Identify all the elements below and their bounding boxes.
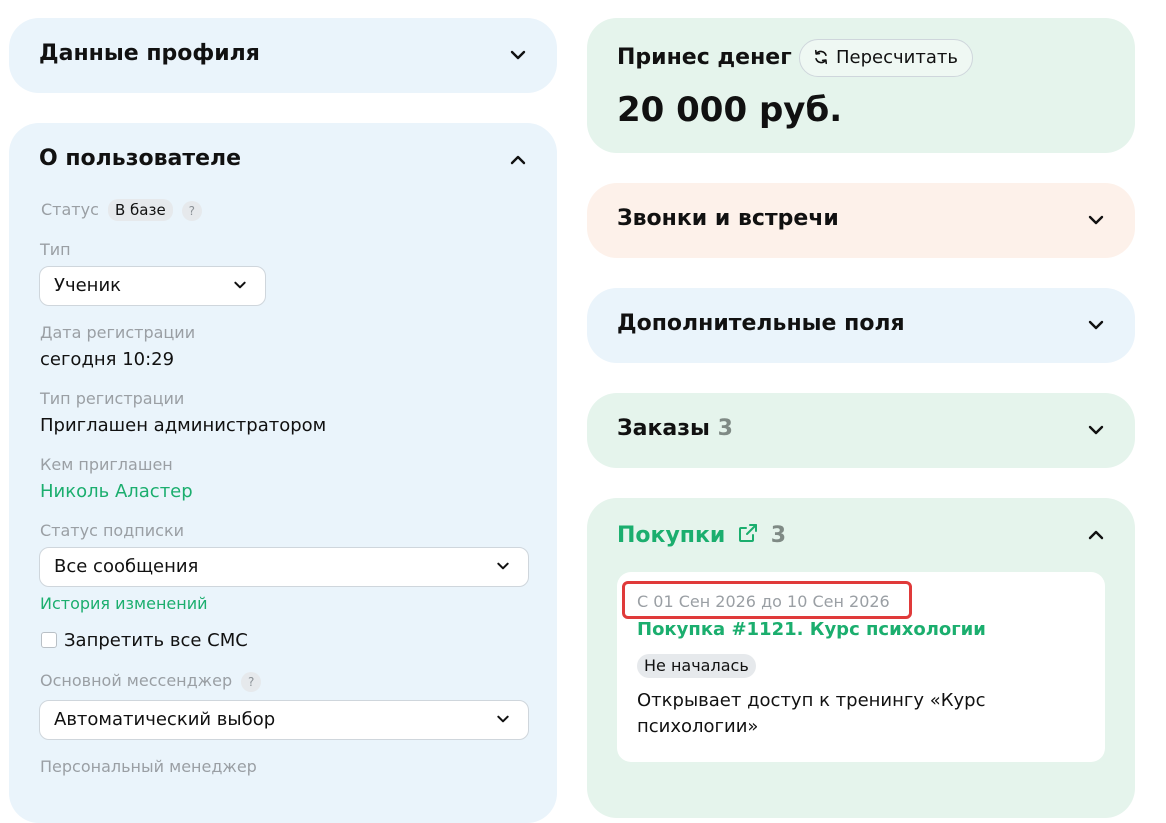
purchase-status-badge: Не началась bbox=[637, 654, 756, 678]
messenger-select[interactable]: Автоматический выбор bbox=[39, 700, 529, 740]
money-section: Принес денег Пересчитать 20 000 руб. bbox=[587, 18, 1135, 153]
section-title: Заказы bbox=[617, 416, 710, 441]
purchases-count: 3 bbox=[770, 523, 787, 548]
chevron-up-icon[interactable] bbox=[509, 154, 527, 166]
section-title: Дополнительные поля bbox=[617, 311, 905, 336]
forbid-sms-label[interactable]: Запретить все СМС bbox=[64, 630, 248, 651]
recalc-label: Пересчитать bbox=[836, 47, 958, 68]
purchase-title-link[interactable]: Покупка #1121. Курс психологии bbox=[637, 619, 986, 640]
purchase-period: С 01 Сен 2026 до 10 Сен 2026 bbox=[637, 592, 890, 611]
messenger-label: Основной мессенджер bbox=[40, 671, 233, 690]
reg-type-value: Приглашен администратором bbox=[40, 415, 327, 436]
money-amount: 20 000 руб. bbox=[617, 90, 843, 130]
manager-label: Персональный менеджер bbox=[40, 757, 257, 776]
messenger-row: Основной мессенджер ? bbox=[40, 671, 262, 692]
chevron-down-icon bbox=[233, 280, 251, 292]
orders-count: 3 bbox=[717, 416, 733, 441]
forbid-sms-checkbox[interactable] bbox=[41, 632, 57, 648]
external-link-icon[interactable] bbox=[737, 522, 759, 544]
chevron-down-icon[interactable] bbox=[1087, 424, 1105, 436]
status-row: Статус В базе ? bbox=[41, 199, 202, 221]
help-icon[interactable]: ? bbox=[181, 200, 202, 221]
section-title: О пользователе bbox=[39, 146, 242, 171]
section-title: Принес денег bbox=[617, 45, 792, 70]
invited-by-link[interactable]: Николь Аластер bbox=[40, 481, 193, 502]
purchases-section: Покупки 3 С 01 Сен 2026 до 10 Сен 2026 П… bbox=[587, 498, 1135, 818]
purchases-title-link[interactable]: Покупки bbox=[617, 523, 725, 548]
about-user-section: О пользователе Статус В базе ? Тип Учени… bbox=[9, 123, 557, 823]
calls-section[interactable]: Звонки и встречи bbox=[587, 183, 1135, 258]
messenger-select-value: Автоматический выбор bbox=[54, 709, 276, 730]
profile-data-section[interactable]: Данные профиля bbox=[9, 18, 557, 93]
chevron-down-icon[interactable] bbox=[1087, 319, 1105, 331]
subscription-select[interactable]: Все сообщения bbox=[39, 547, 529, 587]
orders-title-row: Заказы 3 bbox=[617, 416, 733, 441]
recalc-button[interactable]: Пересчитать bbox=[799, 39, 973, 77]
chevron-down-icon bbox=[496, 714, 514, 726]
purchase-description: Открывает доступ к тренингу «Курс психол… bbox=[637, 690, 986, 737]
help-icon[interactable]: ? bbox=[241, 671, 262, 692]
chevron-down-icon[interactable] bbox=[1087, 214, 1105, 226]
section-title: Звонки и встречи bbox=[617, 206, 839, 231]
chevron-up-icon[interactable] bbox=[1087, 529, 1105, 541]
status-badge: В базе bbox=[107, 199, 173, 221]
status-label: Статус bbox=[41, 200, 99, 219]
purchases-title-row: Покупки 3 bbox=[617, 522, 786, 548]
chevron-down-icon bbox=[496, 561, 514, 573]
type-select-value: Ученик bbox=[54, 275, 122, 296]
subscription-label: Статус подписки bbox=[40, 521, 184, 540]
subscription-select-value: Все сообщения bbox=[54, 556, 199, 577]
reg-date-label: Дата регистрации bbox=[40, 323, 196, 342]
orders-section[interactable]: Заказы 3 bbox=[587, 393, 1135, 468]
type-label: Тип bbox=[40, 240, 71, 259]
extra-fields-section[interactable]: Дополнительные поля bbox=[587, 288, 1135, 363]
refresh-icon bbox=[814, 49, 828, 65]
reg-date-value: сегодня 10:29 bbox=[40, 349, 175, 370]
purchase-card[interactable]: С 01 Сен 2026 до 10 Сен 2026 Покупка #11… bbox=[617, 572, 1105, 762]
history-link[interactable]: История изменений bbox=[40, 594, 208, 613]
section-title: Данные профиля bbox=[39, 41, 260, 66]
reg-type-label: Тип регистрации bbox=[40, 389, 185, 408]
type-select[interactable]: Ученик bbox=[39, 266, 266, 306]
chevron-down-icon[interactable] bbox=[509, 49, 527, 61]
invited-by-label: Кем приглашен bbox=[40, 455, 173, 474]
